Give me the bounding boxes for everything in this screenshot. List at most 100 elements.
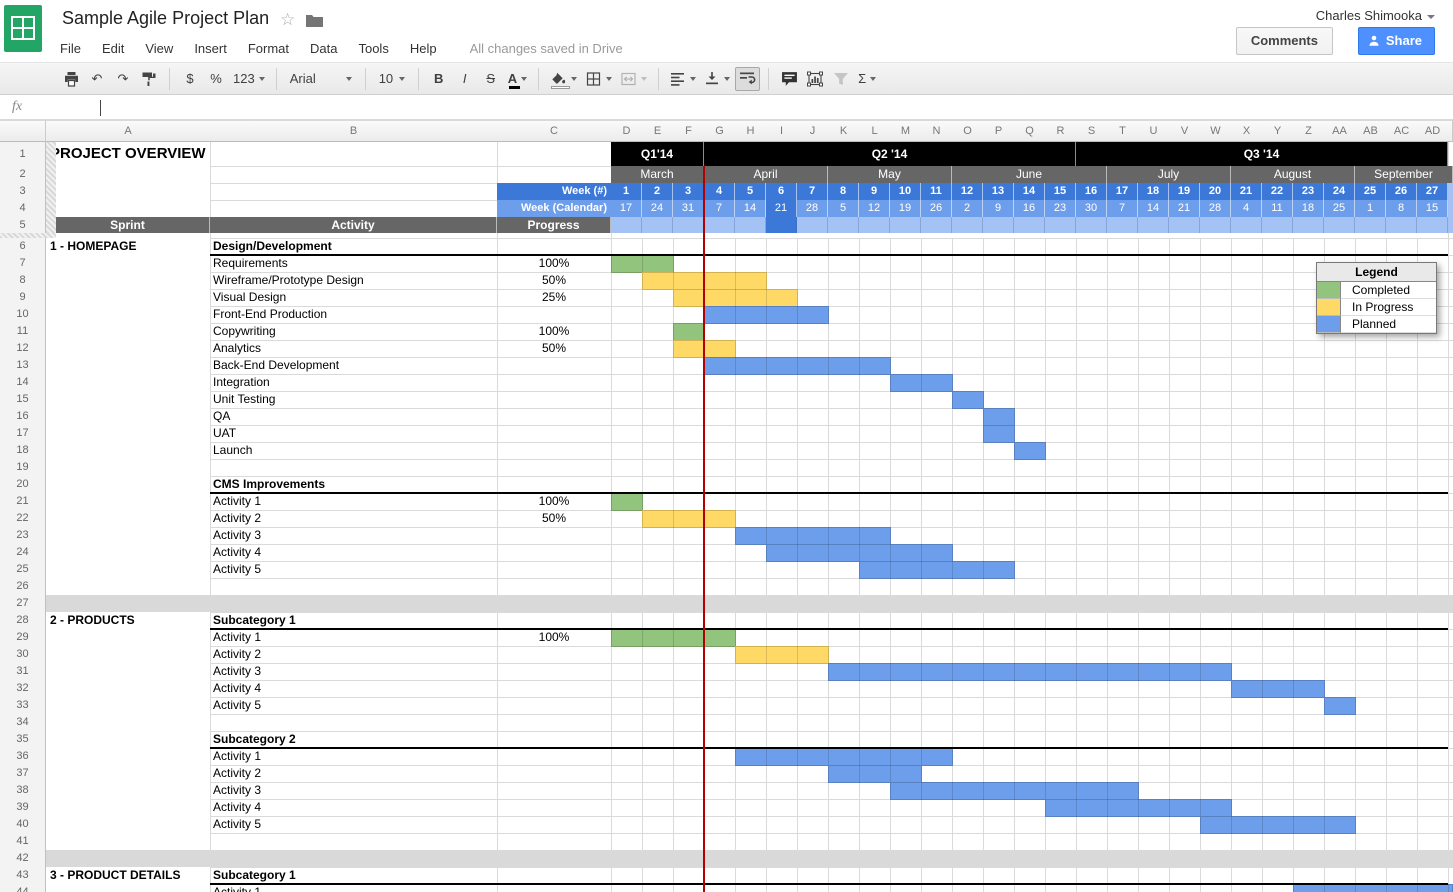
column-header-N[interactable]: N [921, 120, 953, 142]
cell-progress[interactable]: 100% [497, 493, 611, 510]
comments-button[interactable]: Comments [1236, 27, 1333, 55]
column-header-partial[interactable] [1448, 120, 1453, 142]
column-header-R[interactable]: R [1045, 120, 1077, 142]
cell-activity[interactable]: Requirements [213, 255, 288, 272]
cell-sprint[interactable]: 2 - PRODUCTS [50, 612, 135, 629]
menu-insert[interactable]: Insert [194, 41, 227, 56]
document-title[interactable]: Sample Agile Project Plan [62, 8, 269, 29]
cell-activity[interactable]: Back-End Development [213, 357, 339, 374]
timeline-strip-cell[interactable] [673, 217, 704, 233]
row-header-25[interactable]: 25 [0, 561, 46, 579]
folder-icon[interactable] [306, 13, 323, 27]
timeline-strip-cell[interactable] [1262, 217, 1293, 233]
week-date-cell[interactable]: 25 [1324, 200, 1355, 217]
cell-sprint[interactable]: 1 - HOMEPAGE [50, 238, 136, 255]
cell-activity[interactable]: Unit Testing [213, 391, 275, 408]
cell-activity[interactable]: Activity 2 [213, 510, 261, 527]
column-header-J[interactable]: J [797, 120, 829, 142]
select-all-corner[interactable] [0, 120, 46, 142]
week-number-cell[interactable]: 15 [1045, 183, 1076, 200]
row-header-30[interactable]: 30 [0, 646, 46, 664]
cell-progress[interactable]: 100% [497, 255, 611, 272]
gantt-bar-planned[interactable] [828, 765, 922, 783]
bold-button[interactable]: B [427, 67, 451, 91]
gantt-bar-in-progress[interactable] [642, 510, 736, 528]
cell-activity[interactable]: Activity 1 [213, 629, 261, 646]
month-header[interactable]: August [1231, 166, 1355, 183]
week-number-cell[interactable]: 16 [1076, 183, 1107, 200]
column-header-M[interactable]: M [890, 120, 922, 142]
insert-chart-button[interactable] [803, 67, 827, 91]
frozen-cols-handle[interactable] [46, 142, 56, 238]
font-family-select[interactable]: Arial [285, 67, 357, 91]
row-header-10[interactable]: 10 [0, 306, 46, 324]
row-header-20[interactable]: 20 [0, 476, 46, 494]
row-header-44[interactable]: 44 [0, 884, 46, 892]
row-header-33[interactable]: 33 [0, 697, 46, 715]
month-header[interactable]: September [1355, 166, 1453, 183]
menu-view[interactable]: View [145, 41, 173, 56]
week-number-cell[interactable]: 5 [735, 183, 766, 200]
week-date-cell[interactable]: 7 [704, 200, 735, 217]
week-number-cell[interactable]: 10 [890, 183, 921, 200]
timeline-strip-cell[interactable] [704, 217, 735, 233]
column-header-G[interactable]: G [704, 120, 736, 142]
row-header-38[interactable]: 38 [0, 782, 46, 800]
timeline-strip-cell[interactable] [797, 217, 828, 233]
week-date-cell[interactable]: 7 [1107, 200, 1138, 217]
cell-activity[interactable]: Activity 5 [213, 697, 261, 714]
week-number-cell[interactable]: 9 [859, 183, 890, 200]
column-header-Q[interactable]: Q [1014, 120, 1046, 142]
row-header-42[interactable]: 42 [0, 850, 46, 868]
cell-activity[interactable]: Activity 3 [213, 527, 261, 544]
menu-file[interactable]: File [60, 41, 81, 56]
quarter-header[interactable]: Q3 '14 [1076, 142, 1448, 166]
row-header-2[interactable]: 2 [0, 166, 46, 184]
strikethrough-button[interactable]: S [479, 67, 503, 91]
gantt-bar-completed[interactable] [673, 323, 705, 341]
cell-activity[interactable]: Analytics [213, 340, 261, 357]
spreadsheet-grid[interactable]: ABCDEFGHIJKLMNOPQRSTUVWXYZAAABACAD123456… [0, 0, 1453, 892]
timeline-strip-cell[interactable] [1045, 217, 1076, 233]
timeline-strip-cell[interactable] [1107, 217, 1138, 233]
week-date-cell[interactable]: 12 [859, 200, 890, 217]
timeline-strip-cell[interactable] [766, 217, 797, 233]
menu-format[interactable]: Format [248, 41, 289, 56]
week-number-cell[interactable]: 23 [1293, 183, 1324, 200]
week-date-cell[interactable]: 16 [1014, 200, 1045, 217]
undo-icon[interactable]: ↶ [85, 67, 109, 91]
week-number-cell[interactable]: 19 [1169, 183, 1200, 200]
insert-comment-button[interactable] [777, 67, 801, 91]
gantt-bar-in-progress[interactable] [673, 289, 798, 307]
week-number-cell[interactable]: 17 [1107, 183, 1138, 200]
gantt-bar-in-progress[interactable] [735, 646, 829, 664]
cell-progress[interactable]: 50% [497, 272, 611, 289]
week-date-cell[interactable]: 31 [673, 200, 704, 217]
week-date-cell[interactable]: 18 [1293, 200, 1324, 217]
timeline-strip-cell[interactable] [1014, 217, 1045, 233]
week-date-cell[interactable]: 21 [766, 200, 797, 217]
timeline-strip-cell[interactable] [1231, 217, 1262, 233]
merge-cells-button[interactable] [617, 67, 650, 91]
timeline-strip-cell[interactable] [735, 217, 766, 233]
timeline-strip-cell[interactable] [1324, 217, 1355, 233]
week-date-cell[interactable]: 17 [611, 200, 642, 217]
column-header-AC[interactable]: AC [1386, 120, 1418, 142]
quarter-header[interactable]: Q1'14 [611, 142, 704, 166]
gantt-bar-planned[interactable] [704, 306, 829, 324]
timeline-strip-cell[interactable] [1200, 217, 1231, 233]
cell-activity[interactable]: Wireframe/Prototype Design [213, 272, 364, 289]
cell-activity[interactable]: Front-End Production [213, 306, 327, 323]
column-header-D[interactable]: D [611, 120, 643, 142]
more-formats[interactable]: 123 [230, 67, 268, 91]
timeline-strip-cell[interactable] [952, 217, 983, 233]
column-header-T[interactable]: T [1107, 120, 1139, 142]
row-header-19[interactable]: 19 [0, 459, 46, 477]
fill-color-button[interactable] [547, 67, 580, 91]
column-header-B[interactable]: B [210, 120, 498, 142]
cell-activity[interactable]: Activity 4 [213, 544, 261, 561]
gantt-bar-planned[interactable] [1324, 697, 1356, 715]
menu-help[interactable]: Help [410, 41, 437, 56]
gantt-legend[interactable]: Legend CompletedIn ProgressPlanned [1316, 262, 1437, 334]
italic-button[interactable]: I [453, 67, 477, 91]
